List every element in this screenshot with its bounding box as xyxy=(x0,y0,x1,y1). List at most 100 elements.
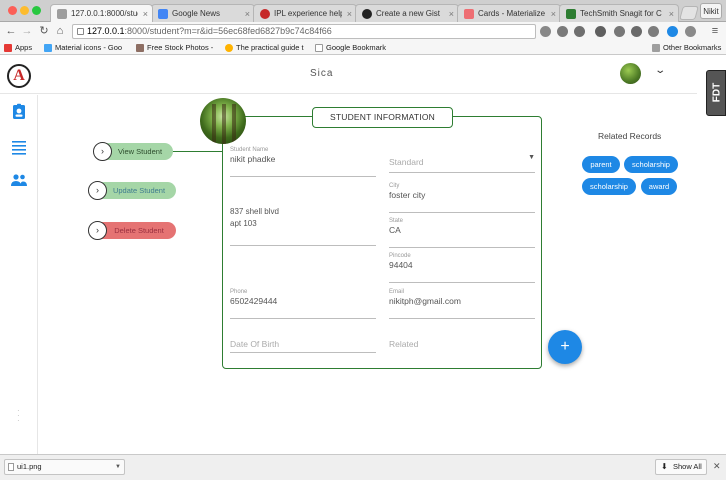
bookmark-stock-photos[interactable]: Free Stock Photos - xyxy=(136,41,213,55)
tab-close-icon[interactable]: × xyxy=(551,5,556,22)
browser-tab-gist[interactable]: Create a new Gist × xyxy=(355,4,459,22)
browser-menu-icon[interactable]: ≡ xyxy=(710,25,720,37)
window-minimize-button[interactable] xyxy=(20,6,29,15)
related-chip-scholarship[interactable]: scholarship xyxy=(624,156,678,173)
forward-arrow-icon[interactable]: → xyxy=(20,24,34,38)
home-icon[interactable]: ⌂ xyxy=(53,24,67,38)
bookmark-label: Apps xyxy=(15,43,33,52)
show-all-downloads-button[interactable]: ⬇ Show All xyxy=(655,459,707,475)
related-chip-scholarship[interactable]: scholarship xyxy=(582,178,636,195)
show-all-label: Show All xyxy=(673,462,702,471)
tab-close-icon[interactable]: × xyxy=(669,5,674,22)
browser-tab-snagit[interactable]: TechSmith Snagit for C × xyxy=(559,4,679,22)
delete-student-button[interactable]: › Delete Student xyxy=(88,221,176,240)
profile-button[interactable]: Nikit xyxy=(700,3,722,19)
chevron-right-icon: › xyxy=(88,181,107,200)
date-of-birth-placeholder: Date Of Birth xyxy=(230,339,280,349)
bookmark-practical-guide[interactable]: The practical guide t xyxy=(225,41,304,55)
browser-tab-materialize[interactable]: Cards - Materialize × xyxy=(457,4,561,22)
pincode-field[interactable]: Pincode 94404 xyxy=(389,253,535,283)
extension-icon[interactable] xyxy=(574,26,585,37)
tab-label: Cards - Materialize xyxy=(478,9,546,18)
city-field[interactable]: City foster city xyxy=(389,183,535,213)
tab-close-icon[interactable]: × xyxy=(449,5,454,22)
student-name-field[interactable]: Student Name nikit phadke xyxy=(230,147,376,177)
update-student-button[interactable]: › Update Student xyxy=(88,181,176,200)
sidebar: · · · xyxy=(0,95,38,454)
chevron-right-icon: › xyxy=(93,142,112,161)
back-arrow-icon[interactable]: ← xyxy=(4,24,18,38)
dropdown-arrow-icon[interactable]: ▼ xyxy=(115,460,121,474)
people-icon[interactable] xyxy=(10,171,28,189)
address-bar[interactable]: 127.0.0.1:8000/student?m=r&id=56ec68fed6… xyxy=(72,24,605,40)
window-close-button[interactable] xyxy=(8,6,17,15)
tab-label: 127.0.0.1:8000/studen xyxy=(71,9,138,18)
extension-icon[interactable] xyxy=(685,26,696,37)
date-of-birth-field[interactable]: Date Of Birth xyxy=(230,327,376,353)
bookmark-label: Material icons - Goo xyxy=(55,43,123,52)
more-vert-icon[interactable]: · · · xyxy=(17,407,20,425)
update-student-label: Update Student xyxy=(112,186,166,195)
extension-icon[interactable] xyxy=(557,26,568,37)
student-name-label: Student Name xyxy=(230,147,269,153)
other-bookmarks-label: Other Bookmarks xyxy=(663,43,722,52)
address-line-1: 837 shell blvd xyxy=(230,207,279,216)
extension-icon[interactable] xyxy=(614,26,625,37)
address-field[interactable]: 837 shell blvd apt 103 xyxy=(230,205,376,246)
bookmark-apps[interactable]: Apps xyxy=(4,41,32,55)
fdt-tab[interactable]: FDT xyxy=(706,70,726,116)
phone-field[interactable]: Phone 6502429444 xyxy=(230,289,376,319)
reload-icon[interactable]: ↻ xyxy=(37,24,51,38)
bookmarks-bar: Apps Material icons - Goo Free Stock Pho… xyxy=(0,41,726,55)
email-value: nikitph@gmail.com xyxy=(389,296,461,306)
tab-close-icon[interactable]: × xyxy=(245,5,250,22)
other-bookmarks[interactable]: Other Bookmarks xyxy=(652,41,721,55)
download-filename: ui1.png xyxy=(17,462,42,471)
related-chip-parent[interactable]: parent xyxy=(582,156,620,173)
extension-icon[interactable] xyxy=(540,26,551,37)
standard-select[interactable]: Standard ▼ xyxy=(389,143,535,173)
tab-label: IPL experience helps La xyxy=(274,9,342,18)
browser-tab-google-news[interactable]: Google News × xyxy=(151,4,255,22)
window-zoom-button[interactable] xyxy=(32,6,41,15)
extension-icon[interactable] xyxy=(667,26,678,37)
related-chip-award[interactable]: award xyxy=(641,178,677,195)
city-value: foster city xyxy=(389,190,426,200)
download-item[interactable]: ui1.png ▼ xyxy=(4,459,125,475)
page-info-icon[interactable] xyxy=(77,28,84,35)
user-avatar[interactable] xyxy=(620,63,641,84)
download-arrow-icon: ⬇ xyxy=(661,462,668,471)
tab-close-icon[interactable]: × xyxy=(143,5,148,22)
close-icon[interactable]: ✕ xyxy=(713,461,721,472)
apps-grid-icon xyxy=(4,44,12,52)
related-field[interactable]: Related xyxy=(389,327,535,353)
chevron-right-icon: › xyxy=(88,221,107,240)
github-icon xyxy=(362,9,372,19)
dropdown-arrow-icon: ▼ xyxy=(528,154,535,161)
bookmark-material-icons[interactable]: Material icons - Goo xyxy=(44,41,122,55)
view-student-button[interactable]: › View Student xyxy=(93,142,173,161)
delete-student-label: Delete Student xyxy=(114,226,164,235)
logo-letter: A xyxy=(13,67,25,84)
bookmark-google[interactable]: Google Bookmark xyxy=(315,41,386,55)
browser-tab-ipl[interactable]: IPL experience helps La × xyxy=(253,4,357,22)
tab-favicon-icon xyxy=(566,9,576,19)
list-icon[interactable] xyxy=(10,138,28,156)
state-field[interactable]: State CA xyxy=(389,218,535,248)
extension-icon[interactable] xyxy=(648,26,659,37)
extension-icon[interactable] xyxy=(595,26,606,37)
app-logo[interactable]: A xyxy=(7,64,31,88)
add-fab-button[interactable]: + xyxy=(548,330,582,364)
email-field[interactable]: Email nikitph@gmail.com xyxy=(389,289,535,319)
browser-tab-student[interactable]: 127.0.0.1:8000/studen × xyxy=(50,4,153,22)
extension-icon[interactable] xyxy=(631,26,642,37)
tab-close-icon[interactable]: × xyxy=(347,5,352,22)
app-brand: Sica xyxy=(310,68,334,79)
standard-placeholder: Standard xyxy=(389,157,424,167)
chevron-down-icon[interactable]: ⌄ xyxy=(654,65,666,76)
student-card-icon[interactable] xyxy=(10,103,28,121)
tab-label: Create a new Gist xyxy=(376,9,441,18)
new-tab-button[interactable] xyxy=(679,6,699,20)
app-viewport: A Sica ⌄ FDT · · · › View Student › Upda… xyxy=(0,56,726,454)
card-title: STUDENT INFORMATION xyxy=(312,107,453,128)
